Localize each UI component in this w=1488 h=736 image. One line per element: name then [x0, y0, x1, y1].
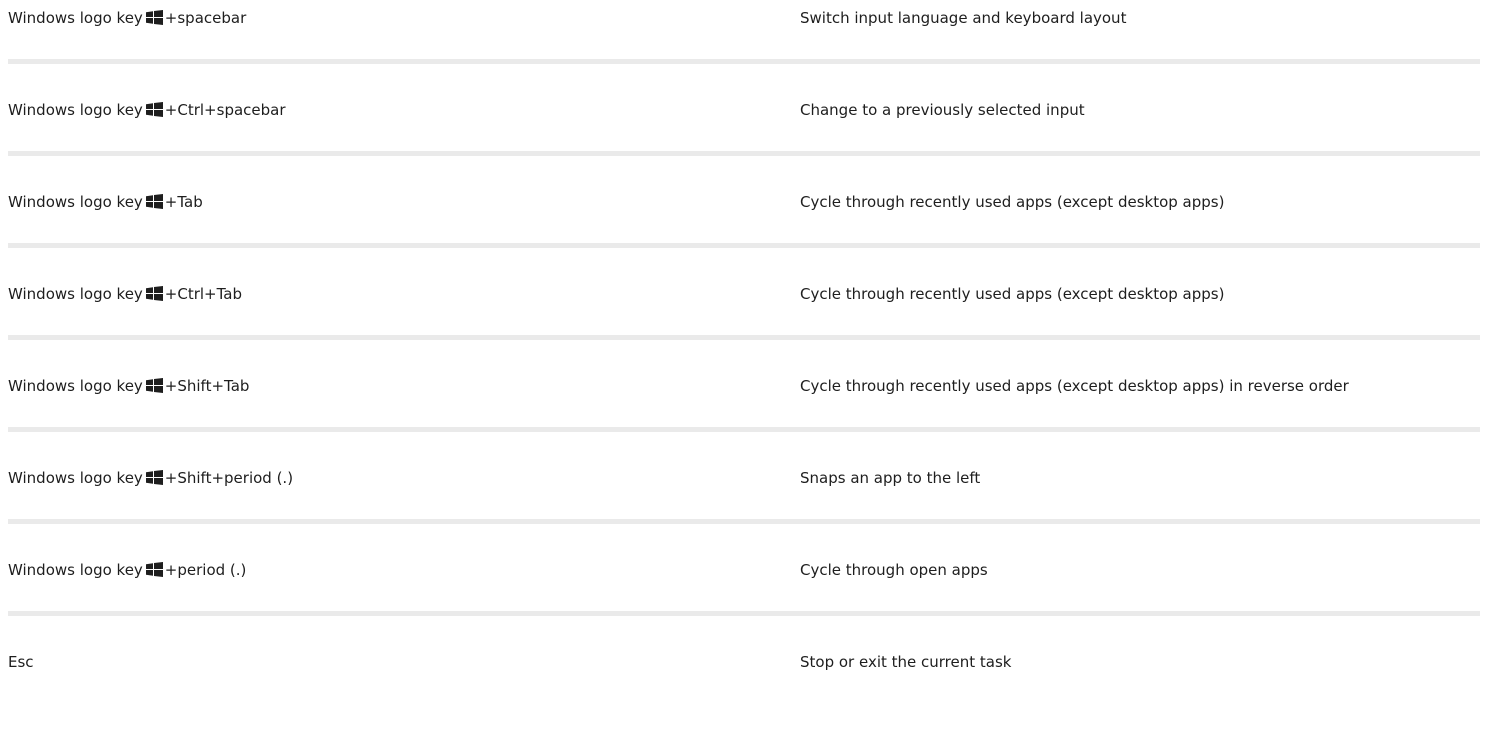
shortcut-description: Cycle through recently used apps (except…	[800, 377, 1349, 395]
shortcut-keys: Windows logo key +Tab	[8, 192, 203, 212]
shortcut-description: Stop or exit the current task	[800, 653, 1012, 671]
shortcut-table: Windows logo key +spacebar Switch input l…	[0, 0, 1488, 736]
windows-logo-icon	[145, 470, 163, 485]
shortcut-keys: Windows logo key +Ctrl+Tab	[8, 284, 242, 304]
row-divider	[8, 427, 1480, 432]
shortcut-description: Change to a previously selected input	[800, 101, 1085, 119]
shortcut-keys: Windows logo key +Ctrl+spacebar	[8, 100, 286, 120]
shortcut-description: Switch input language and keyboard layou…	[800, 9, 1127, 27]
shortcut-row: Windows logo key +period (.) Cycle throug…	[0, 552, 1488, 644]
key-prefix: Windows logo key	[8, 101, 143, 119]
key-combination: +period (.)	[164, 561, 247, 579]
windows-logo-icon	[145, 378, 163, 393]
shortcut-row: Windows logo key +spacebar Switch input l…	[0, 0, 1488, 92]
shortcut-description: Cycle through recently used apps (except…	[800, 285, 1225, 303]
shortcut-keys: Windows logo key +spacebar	[8, 8, 246, 28]
shortcut-row: Windows logo key +Shift+Tab Cycle through…	[0, 368, 1488, 460]
shortcut-row: Windows logo key +Tab Cycle through recen…	[0, 184, 1488, 276]
key-combination: +Shift+Tab	[164, 377, 250, 395]
shortcut-row: Windows logo key +Ctrl+Tab Cycle through …	[0, 276, 1488, 368]
shortcut-description: Cycle through open apps	[800, 561, 988, 579]
key-prefix: Windows logo key	[8, 469, 143, 487]
key-combination: +Ctrl+Tab	[164, 285, 243, 303]
shortcut-row: Windows logo key +Shift+period (.) Snaps …	[0, 460, 1488, 552]
key-combination: +Ctrl+spacebar	[164, 101, 286, 119]
row-divider	[8, 519, 1480, 524]
key-prefix: Windows logo key	[8, 561, 143, 579]
windows-logo-icon	[145, 562, 163, 577]
shortcut-row: Esc Stop or exit the current task	[0, 644, 1488, 736]
windows-logo-icon	[145, 286, 163, 301]
key-combination: +Shift+period (.)	[164, 469, 294, 487]
key-combination: +Tab	[164, 193, 203, 211]
row-divider	[8, 335, 1480, 340]
shortcut-description: Snaps an app to the left	[800, 469, 981, 487]
row-divider	[8, 59, 1480, 64]
shortcut-keys: Windows logo key +period (.)	[8, 560, 246, 580]
row-divider	[8, 243, 1480, 248]
shortcut-keys: Windows logo key +Shift+period (.)	[8, 468, 293, 488]
key-prefix: Esc	[8, 653, 34, 671]
key-prefix: Windows logo key	[8, 377, 143, 395]
windows-logo-icon	[145, 10, 163, 25]
key-prefix: Windows logo key	[8, 285, 143, 303]
row-divider	[8, 611, 1480, 616]
shortcut-keys: Windows logo key +Shift+Tab	[8, 376, 249, 396]
key-prefix: Windows logo key	[8, 193, 143, 211]
shortcut-row: Windows logo key +Ctrl+spacebar Change to…	[0, 92, 1488, 184]
shortcut-description: Cycle through recently used apps (except…	[800, 193, 1225, 211]
shortcut-keys: Esc	[8, 652, 34, 672]
key-prefix: Windows logo key	[8, 9, 143, 27]
row-divider	[8, 151, 1480, 156]
key-combination: +spacebar	[164, 9, 247, 27]
windows-logo-icon	[145, 102, 163, 117]
windows-logo-icon	[145, 194, 163, 209]
